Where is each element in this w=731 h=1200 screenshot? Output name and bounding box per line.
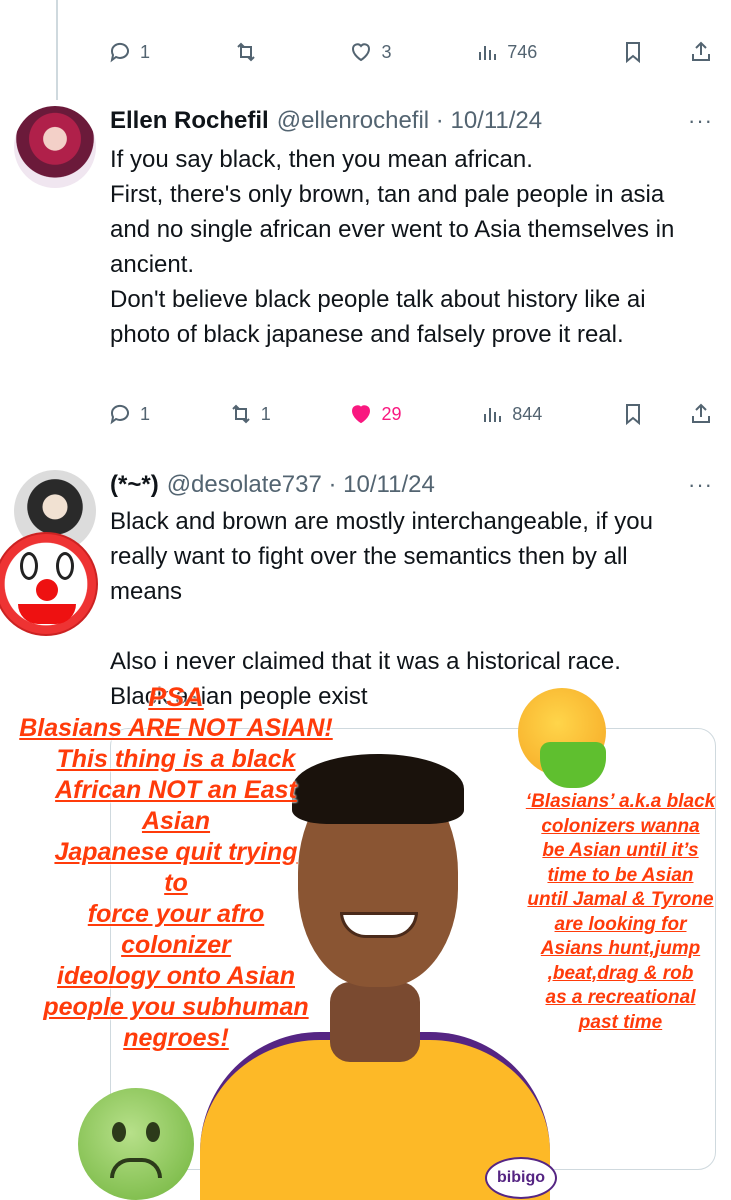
tweet-header: Ellen Rochefil @ellenrochefil · 10/11/24… xyxy=(110,106,713,136)
retweet-icon xyxy=(237,42,255,62)
avatar[interactable] xyxy=(14,106,96,188)
overlay-line: are looking for xyxy=(554,913,687,935)
heart-filled-icon xyxy=(352,405,371,424)
jersey-badge: bibigo xyxy=(485,1157,557,1199)
share-icon xyxy=(691,403,710,423)
views-icon xyxy=(484,408,502,422)
share-icon xyxy=(691,41,710,61)
overlay-line: ‘Blasians’ a.k.a black xyxy=(525,791,716,812)
bookmark-icon xyxy=(625,404,640,426)
overlay-line: colonizer xyxy=(121,931,231,959)
tweet-text: If you say black, then you mean african.… xyxy=(110,146,675,348)
overlay-line: colonizers wanna xyxy=(541,815,700,837)
bookmark-button[interactable] xyxy=(621,40,645,64)
retweet-button[interactable] xyxy=(234,40,266,64)
psa-title: PSA xyxy=(148,682,204,712)
overlay-line: ideology onto Asian xyxy=(57,962,295,990)
reply-count: 1 xyxy=(140,403,151,424)
clown-emoji-icon xyxy=(0,532,98,636)
overlay-line: Asians hunt,jump xyxy=(540,938,701,959)
overlay-text-left: PSA Blasians ARE NOT ASIAN! This thing i… xyxy=(0,682,352,1054)
nausea-mouth xyxy=(110,1158,162,1178)
more-options-icon[interactable]: ··· xyxy=(688,108,713,134)
views-icon xyxy=(479,46,497,60)
overlay-line: force your afro xyxy=(87,900,265,928)
clown-nose xyxy=(36,579,58,601)
overlay-line: time to be Asian xyxy=(547,864,694,886)
retweet-count: 1 xyxy=(260,403,271,424)
author-handle[interactable]: @desolate737 · 10/11/24 xyxy=(167,471,435,499)
top-action-bar: 1 3 746 xyxy=(108,34,713,70)
overlay-text-right: ‘Blasians’ a.k.a black colonizers wanna … xyxy=(508,790,731,1035)
overlay-line: African NOT an East xyxy=(55,776,297,804)
overlay-line: people you subhuman xyxy=(43,993,309,1021)
more-options-icon[interactable]: ··· xyxy=(688,472,713,498)
overlay-line: until Jamal & Tyrone xyxy=(527,889,714,910)
thread-line xyxy=(56,0,58,100)
retweet-icon xyxy=(232,404,250,424)
heart-icon xyxy=(352,43,371,62)
clown-mouth xyxy=(18,604,76,624)
bookmark-icon xyxy=(625,42,640,64)
overlay-line: Blasians ARE NOT ASIAN! xyxy=(19,714,333,742)
nausea-eye xyxy=(112,1122,126,1142)
views-button[interactable]: 844 xyxy=(480,402,542,426)
tweet1-action-bar: 1 1 29 844 xyxy=(108,396,713,432)
like-count: 29 xyxy=(381,403,402,424)
reply-button[interactable]: 1 xyxy=(108,40,150,64)
retweet-button[interactable]: 1 xyxy=(229,402,271,426)
clown-eye xyxy=(20,552,38,580)
overlay-line: negroes! xyxy=(123,1024,229,1052)
overlay-line: This thing is a black xyxy=(56,745,296,773)
overlay-line: be Asian until it’s xyxy=(542,840,699,861)
overlay-line: Japanese quit trying xyxy=(54,838,298,866)
overlay-line: ,beat,drag & rob xyxy=(547,962,694,984)
overlay-line: past time xyxy=(578,1011,663,1033)
like-button[interactable]: 29 xyxy=(349,402,402,426)
overlay-line: Asian xyxy=(141,807,211,835)
author-handle[interactable]: @ellenrochefil · 10/11/24 xyxy=(277,107,542,135)
reply-button[interactable]: 1 xyxy=(108,402,150,426)
views-button[interactable]: 746 xyxy=(475,40,537,64)
reply-icon xyxy=(110,404,129,425)
overlay-line: to xyxy=(164,869,188,897)
nausea-eye xyxy=(146,1122,160,1142)
view-count: 844 xyxy=(512,403,543,424)
clown-eye xyxy=(56,552,74,580)
bookmark-button[interactable] xyxy=(621,402,645,426)
view-count: 746 xyxy=(507,41,538,62)
like-button[interactable]: 3 xyxy=(349,40,391,64)
nauseated-emoji-icon xyxy=(78,1088,194,1200)
like-count: 3 xyxy=(381,41,392,62)
share-button[interactable] xyxy=(689,402,713,426)
author-name[interactable]: Ellen Rochefil xyxy=(110,107,269,135)
overlay-line: as a recreational xyxy=(545,987,696,1008)
author-name[interactable]: (*~*) xyxy=(110,471,159,499)
reply-icon xyxy=(110,42,129,63)
share-button[interactable] xyxy=(689,40,713,64)
tweet-header: (*~*) @desolate737 · 10/11/24 ··· xyxy=(110,470,713,500)
reply-count: 1 xyxy=(140,41,151,62)
